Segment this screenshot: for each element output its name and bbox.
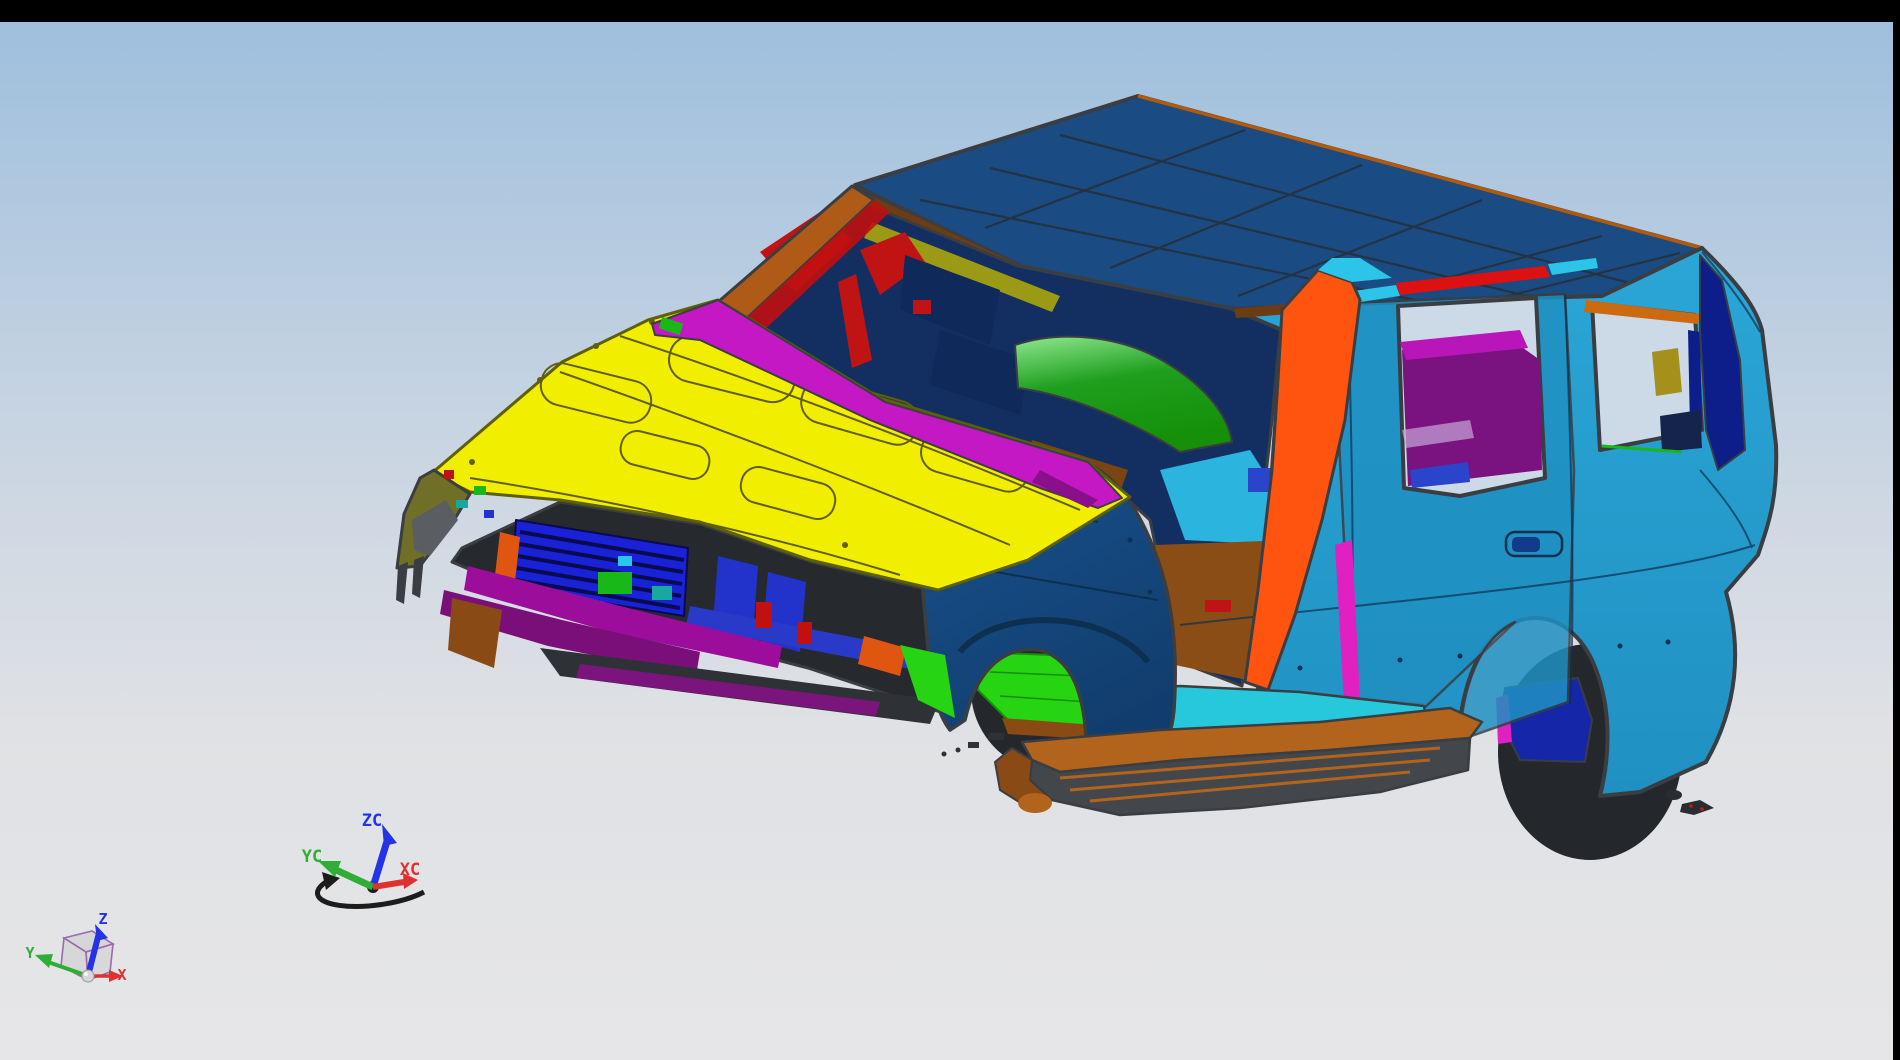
tip-green-patch — [474, 486, 486, 495]
debris-dot — [1666, 790, 1682, 800]
top-black-bar — [0, 0, 1900, 22]
wcs-z-label: ZC — [362, 811, 382, 831]
bay-red-b — [798, 622, 812, 644]
datum-origin-highlight — [84, 972, 88, 976]
datum-x-label: X — [117, 966, 126, 984]
wcs-x-label: XC — [400, 860, 420, 880]
quarter-dark-box — [1660, 410, 1702, 452]
door-handle[interactable] — [1506, 532, 1562, 556]
floor-red-bit — [1205, 600, 1231, 612]
debris-red-b — [1700, 807, 1704, 811]
datum-origin-sphere — [82, 970, 94, 982]
bay-red-a — [756, 602, 772, 628]
bay-cyan-dot — [618, 556, 632, 566]
bay-teal-bit — [652, 586, 672, 600]
interior-red-square — [913, 300, 931, 314]
bay-green-bit — [598, 572, 632, 594]
tip-red-patch — [444, 470, 454, 479]
wcs-y-label: YC — [302, 847, 322, 867]
cad-viewport: ZC YC XC Z Y X — [0, 0, 1900, 1060]
datum-y-label: Y — [25, 944, 34, 962]
tip-teal-patch — [456, 500, 468, 508]
board-front-cap — [1018, 793, 1052, 813]
datum-z-label: Z — [98, 910, 107, 928]
right-black-bar — [1893, 0, 1900, 1060]
quarter-bracket-olive — [1652, 348, 1682, 396]
tip-blue-patch — [484, 510, 494, 518]
debris-red-a — [1689, 804, 1693, 808]
